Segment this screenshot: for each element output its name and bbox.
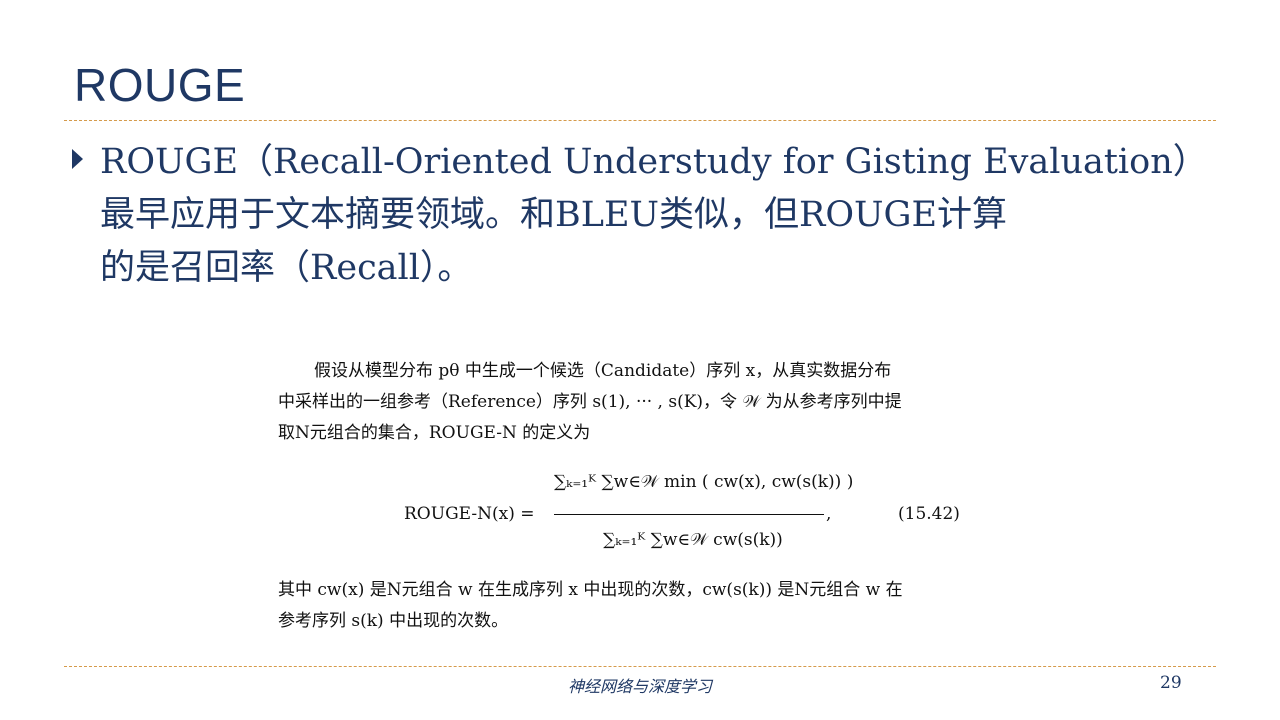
bullet-line-3: 的是召回率（Recall）。 <box>100 248 473 288</box>
rouge-formula: ROUGE-N(x) = ∑ₖ₌₁ᴷ ∑w∈𝒲 min ( cw(x), cw(… <box>278 455 968 573</box>
bullet-line-2: 最早应用于文本摘要领域。和BLEU类似，但ROUGE计算 <box>100 195 1008 235</box>
excerpt-line: 中采样出的一组参考（Reference）序列 s(1), ··· , s(K)，… <box>278 392 902 412</box>
bullet-line-1: ROUGE（Recall-Oriented Understudy for Gis… <box>100 142 1208 182</box>
equation-number: (15.42) <box>898 504 960 524</box>
fraction-bar <box>554 514 824 515</box>
formula-lhs: ROUGE-N(x) = <box>404 504 535 524</box>
excerpt-line: 假设从模型分布 pθ 中生成一个候选（Candidate）序列 x，从真实数据分… <box>314 361 892 381</box>
slide-title: ROUGE <box>74 59 246 111</box>
bullet-point: ROUGE（Recall-Oriented Understudy for Gis… <box>72 136 1210 295</box>
page-number: 29 <box>1160 673 1182 693</box>
formula-numerator: ∑ₖ₌₁ᴷ ∑w∈𝒲 min ( cw(x), cw(s(k)) ) <box>554 472 854 492</box>
bullet-triangle-icon <box>72 149 83 169</box>
title-divider <box>64 120 1216 121</box>
footer-book-title: 神经网络与深度学习 <box>567 677 712 696</box>
footer-divider <box>64 666 1216 667</box>
formula-comma: , <box>826 504 832 524</box>
excerpt-line: 取N元组合的集合，ROUGE-N 的定义为 <box>278 423 591 443</box>
formula-denominator: ∑ₖ₌₁ᴷ ∑w∈𝒲 cw(s(k)) <box>603 530 783 550</box>
excerpt-line: 参考序列 s(k) 中出现的次数。 <box>278 611 509 631</box>
book-excerpt: 假设从模型分布 pθ 中生成一个候选（Candidate）序列 x，从真实数据分… <box>278 356 968 637</box>
excerpt-line: 其中 cw(x) 是N元组合 w 在生成序列 x 中出现的次数，cw(s(k))… <box>278 580 903 600</box>
